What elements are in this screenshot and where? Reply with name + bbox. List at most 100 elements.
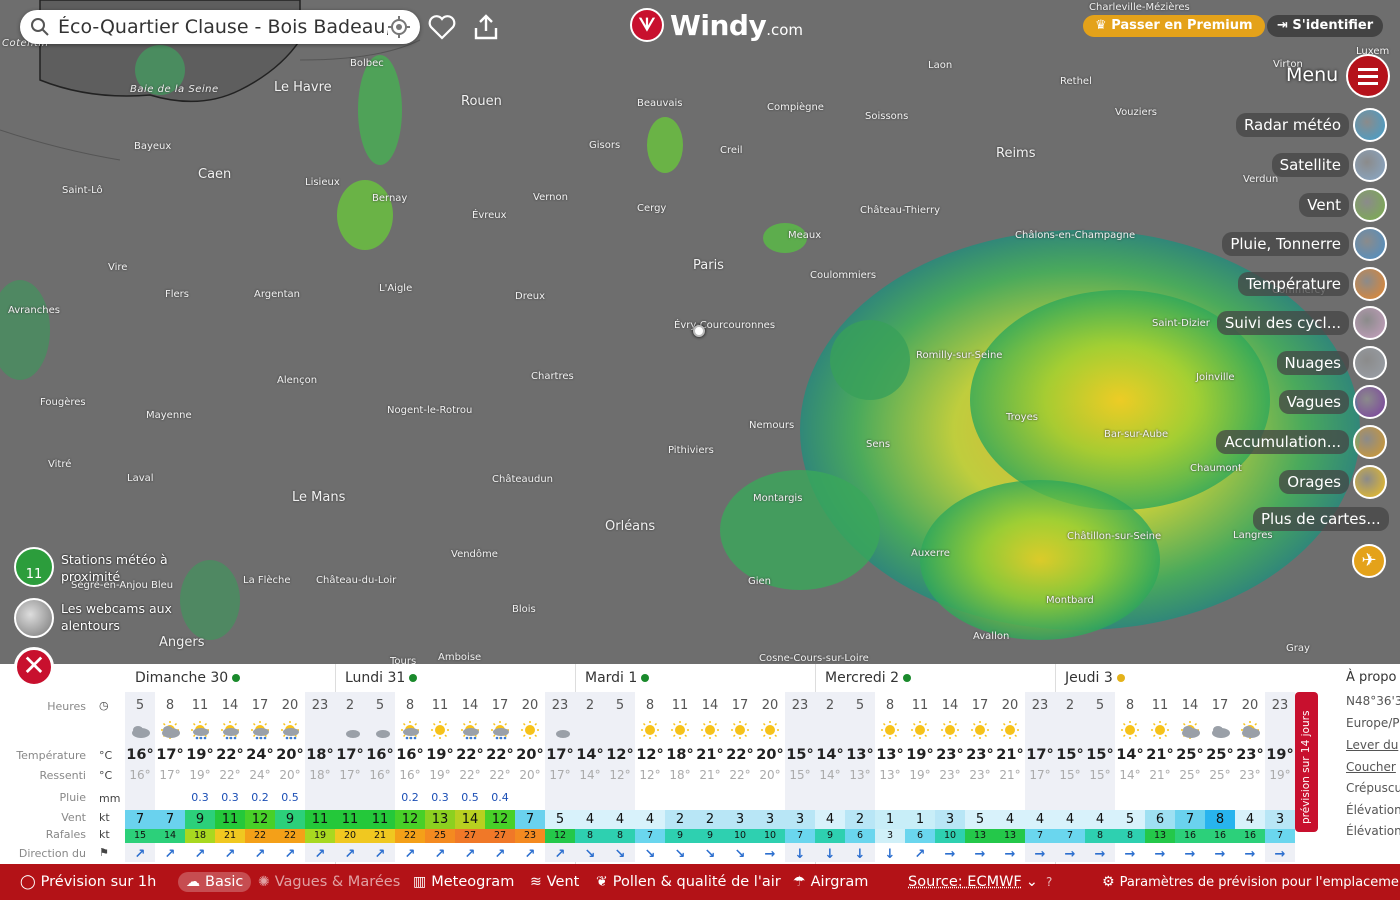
layer-item[interactable]: Nuages [1276,346,1387,380]
forecast-column[interactable]: 23 18° 18° 11 19 ↗ [305,692,335,862]
forecast-column[interactable]: 8 14° 14° 5 8 → [1115,692,1145,862]
webcam-thumbnail[interactable] [14,598,54,638]
layer-item[interactable]: Vagues [1278,385,1387,419]
bottom-tab[interactable]: ▥ Meteogram [413,874,514,890]
layer-thumbnail-icon[interactable] [1353,188,1387,222]
about-line[interactable]: Lever du [1346,738,1398,752]
layer-item[interactable]: Radar météo [1235,108,1387,142]
layer-thumbnail-icon[interactable] [1353,148,1387,182]
layer-thumbnail-icon[interactable] [1353,108,1387,142]
forecast-14-days-button[interactable]: prévision sur 14 jours [1295,692,1318,832]
forecast-column[interactable]: 17 22° 22° 0.4 12 27 ↗ [485,692,515,862]
layer-label[interactable]: Orages [1279,470,1349,494]
menu-hamburger-icon[interactable] [1346,54,1390,98]
forecast-column[interactable]: 14 21° 21° 2 9 ↘ [695,692,725,862]
windy-logo[interactable]: ᗐ Windy .com [630,8,803,42]
day-header[interactable]: Mercredi 2 [825,670,912,686]
forecast-column[interactable]: 20 20° 20° 0.5 9 22 ↗ [275,692,305,862]
layer-label[interactable]: Accumulation... [1216,430,1349,454]
help-icon[interactable]: ? [1046,875,1052,889]
forecast-column[interactable]: 2 14° 14° 4 9 ↓ [815,692,845,862]
forecast-column[interactable]: 8 13° 13° 1 3 ↓ [875,692,905,862]
more-maps-button[interactable]: Plus de cartes... [1253,507,1389,531]
forecast-column[interactable]: 20 20° 20° 3 10 → [755,692,785,862]
layer-thumbnail-icon[interactable] [1353,306,1387,340]
forecast-column[interactable]: 20 23° 23° 4 16 → [1235,692,1265,862]
forecast-column[interactable]: 14 22° 22° 0.5 14 27 ↗ [455,692,485,862]
unit-rain[interactable]: mm [99,792,120,805]
forecast-column[interactable]: 14 22° 22° 0.3 11 21 ↗ [215,692,245,862]
layer-thumbnail-icon[interactable] [1353,227,1387,261]
about-line[interactable]: Coucher [1346,760,1396,774]
forecast-column[interactable]: 17 22° 22° 3 10 ↘ [725,692,755,862]
stations-badge[interactable]: 11 [14,547,54,587]
weather-map[interactable]: Cotentin Baie de la Seine Le Havre Bolbec Ro… [0,0,1400,664]
forecast-column[interactable]: 14 23° 23° 3 10 → [935,692,965,862]
layer-thumbnail-icon[interactable] [1353,346,1387,380]
premium-button[interactable]: ♛ Passer en Premium [1083,15,1265,37]
bottom-tab[interactable]: ☂ Airgram [793,874,868,890]
forecast-column[interactable]: 11 19° 19° 1 6 ↗ [905,692,935,862]
layer-item[interactable]: Température [1237,267,1387,301]
day-header[interactable]: Lundi 31 [345,670,418,686]
forecast-column[interactable]: 5 15° 15° 4 8 → [1085,692,1115,862]
forecast-settings-button[interactable]: ⚙ Paramètres de prévision pour l'emplacem… [1102,874,1400,890]
day-header[interactable]: Jeudi 3 [1065,670,1125,686]
search-input[interactable]: Éco-Quartier Clause - Bois Badeau, B [58,16,388,38]
layer-label[interactable]: Température [1237,272,1349,296]
login-button[interactable]: ⇥ S'identifier [1267,15,1384,37]
layer-label[interactable]: Radar météo [1235,113,1349,137]
unit-feel[interactable]: °C [99,769,112,782]
unit-gusts[interactable]: kt [99,828,110,841]
forecast-column[interactable]: 2 15° 15° 4 7 → [1055,692,1085,862]
forecast-column[interactable]: 8 16° 16° 0.2 12 22 ↗ [395,692,425,862]
layer-item[interactable]: Satellite [1271,148,1387,182]
forecast-column[interactable]: 17 23° 23° 5 13 → [965,692,995,862]
forecast-column[interactable]: 8 12° 12° 4 7 ↘ [635,692,665,862]
layer-item[interactable]: Accumulation... [1216,425,1387,459]
menu-label[interactable]: Menu [1286,64,1338,86]
day-header[interactable]: Mardi 1 [585,670,650,686]
forecast-column[interactable]: 5 13° 13° 2 6 ↓ [845,692,875,862]
forecast-column[interactable]: 5 16° 16° 7 15 ↗ [125,692,155,862]
airplane-icon[interactable]: ✈ [1352,544,1386,578]
locate-icon[interactable] [388,16,410,38]
layer-label[interactable]: Vagues [1278,390,1349,414]
forecast-column[interactable]: 11 19° 19° 0.3 13 25 ↗ [425,692,455,862]
forecast-column[interactable]: 20 21° 21° 4 13 → [995,692,1025,862]
layer-label[interactable]: Suivi des cycl... [1216,311,1349,335]
forecast-column[interactable]: 2 17° 17° 11 20 ↗ [335,692,365,862]
bottom-tab[interactable]: ☁ Basic [178,872,252,892]
layer-thumbnail-icon[interactable] [1353,465,1387,499]
layer-label[interactable]: Nuages [1276,351,1349,375]
layer-thumbnail-icon[interactable] [1353,267,1387,301]
layer-label[interactable]: Vent [1299,193,1349,217]
layer-label[interactable]: Pluie, Tonnerre [1222,232,1349,256]
forecast-column[interactable]: 23 17° 17° 5 12 ↗ [545,692,575,862]
forecast-column[interactable]: 23 19° 19° 3 7 → [1265,692,1295,862]
bottom-tab[interactable]: ≋ Vent [530,874,579,890]
layer-item[interactable]: Orages [1279,465,1387,499]
bottom-tab[interactable]: ◯ Prévision sur 1h [20,874,156,890]
bottom-tab[interactable]: ✺ Vagues & Marées [258,874,400,890]
forecast-column[interactable]: 2 14° 14° 4 8 ↘ [575,692,605,862]
bottom-tab[interactable]: ❦ Pollen & qualité de l'air [596,874,781,890]
forecast-column[interactable]: 23 17° 17° 4 7 → [1025,692,1055,862]
search-bar[interactable]: Éco-Quartier Clause - Bois Badeau, B [20,10,420,44]
unit-temp[interactable]: °C [99,749,112,762]
forecast-column[interactable]: 11 21° 21° 6 13 → [1145,692,1175,862]
layer-item[interactable]: Vent [1299,188,1387,222]
layer-item[interactable]: Pluie, Tonnerre [1222,227,1387,261]
layer-thumbnail-icon[interactable] [1353,425,1387,459]
forecast-column[interactable]: 5 16° 16° 11 21 ↗ [365,692,395,862]
stations-widget[interactable]: 11 Stations météo à proximité [14,547,181,587]
forecast-column[interactable]: 17 24° 24° 0.2 12 22 ↗ [245,692,275,862]
forecast-table[interactable]: Dimanche 30 Lundi 31 Mardi 1 Mercredi 2 Jeud… [125,664,1295,864]
close-forecast-icon[interactable]: ✕ [14,647,54,687]
layer-label[interactable]: Satellite [1271,153,1349,177]
forecast-column[interactable]: 20 20° 20° 7 23 ↗ [515,692,545,862]
forecast-column[interactable]: 11 19° 19° 0.3 9 18 ↗ [185,692,215,862]
forecast-column[interactable]: 11 18° 18° 2 9 ↘ [665,692,695,862]
layer-item[interactable]: Suivi des cycl... [1216,306,1387,340]
layer-thumbnail-icon[interactable] [1353,385,1387,419]
